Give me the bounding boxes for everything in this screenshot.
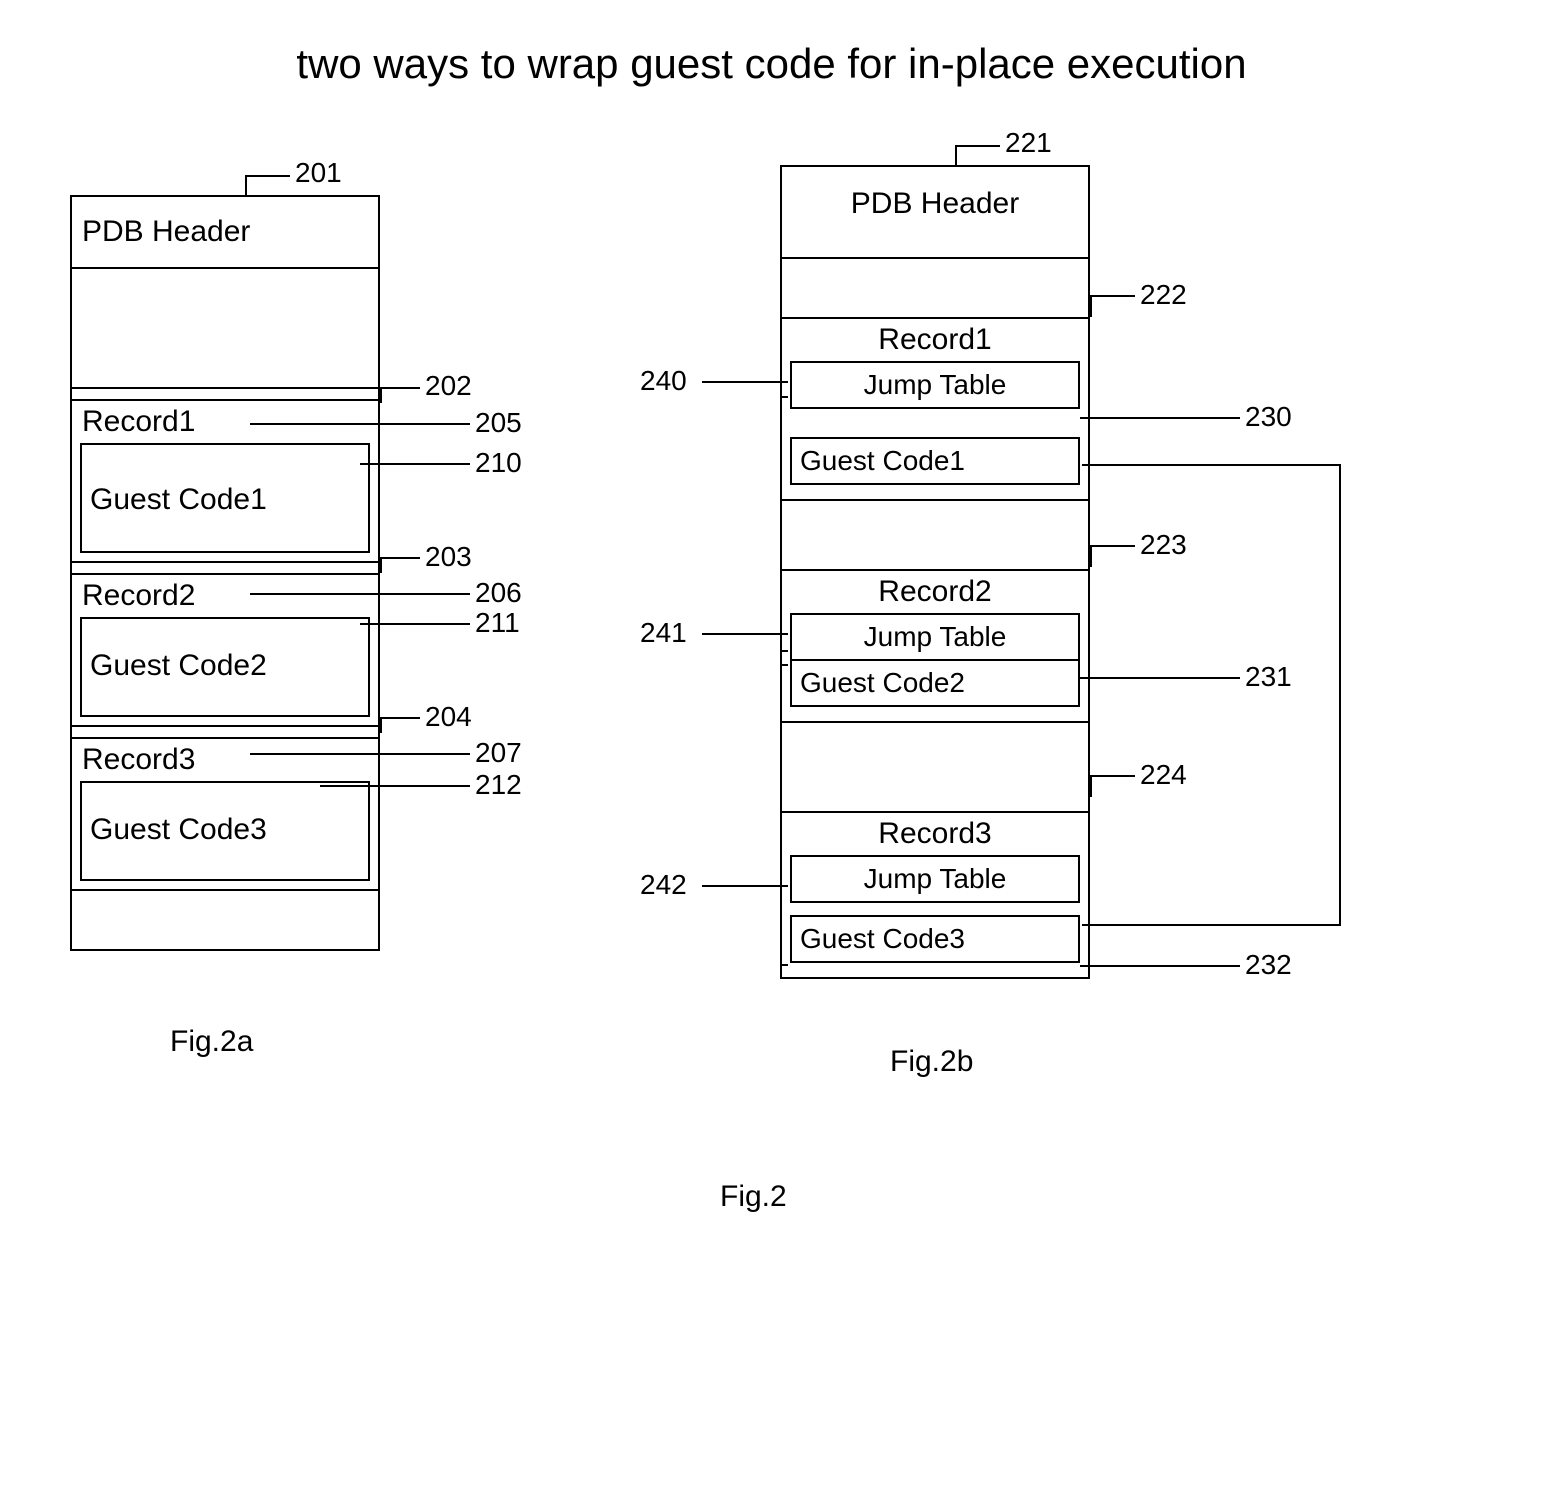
ref-212: 212	[475, 769, 522, 801]
fig2a-record1-label: Record1	[72, 401, 378, 443]
tick	[245, 175, 247, 195]
fig2b-guestcode3: Guest Code3	[790, 915, 1080, 963]
leader	[380, 387, 420, 389]
fig2b-guestcode2: Guest Code2	[790, 661, 1080, 707]
leader	[1080, 965, 1240, 967]
leader	[1090, 545, 1135, 547]
fig2b-record2-container: Record2 Jump Table Guest Code2	[782, 569, 1088, 707]
ref-242: 242	[640, 869, 687, 901]
ref-203: 203	[425, 541, 472, 573]
fig2a-record2-label: Record2	[72, 575, 378, 617]
tick	[1090, 295, 1092, 317]
fig2b-record3-label: Record3	[782, 813, 1088, 855]
fig2b-record2-label: Record2	[782, 571, 1088, 613]
leader	[320, 785, 470, 787]
fig2b-gap1	[782, 257, 1088, 317]
tick	[1090, 545, 1092, 567]
ref-206: 206	[475, 577, 522, 609]
fig2b-caption: Fig.2b	[890, 1045, 973, 1079]
diagram-title: two ways to wrap guest code for in-place…	[0, 40, 1543, 88]
leader	[1090, 295, 1135, 297]
tick	[1090, 775, 1092, 797]
ref-201: 201	[295, 157, 342, 189]
ref-207: 207	[475, 737, 522, 769]
leader	[245, 175, 290, 177]
fig2b-guestcode1: Guest Code1	[790, 437, 1080, 485]
fig2a-spacer3	[72, 725, 378, 737]
ref-230: 230	[1245, 401, 1292, 433]
ref-205: 205	[475, 407, 522, 439]
ref-224: 224	[1140, 759, 1187, 791]
tick	[380, 557, 382, 573]
ref-231: 231	[1245, 661, 1292, 693]
leader	[1090, 775, 1135, 777]
fig2b-pdb-header: PDB Header	[782, 167, 1088, 257]
leader	[360, 463, 470, 465]
tick	[380, 387, 382, 403]
fig2b-record1-container: Record1 Jump Table Guest Code1	[782, 317, 1088, 485]
fig2b-jumptable1: Jump Table	[790, 361, 1080, 409]
ref-221: 221	[1005, 127, 1052, 159]
ref-223: 223	[1140, 529, 1187, 561]
fig2a-spacer1	[72, 387, 378, 399]
fig2a-outer: PDB Header Record1 Guest Code1 Record2 G…	[70, 195, 380, 951]
ref-240: 240	[640, 365, 687, 397]
leader	[702, 633, 788, 635]
leader	[380, 717, 420, 719]
figure-2a: PDB Header Record1 Guest Code1 Record2 G…	[70, 195, 590, 951]
ref-232: 232	[1245, 949, 1292, 981]
fig2a-bottom	[72, 889, 378, 949]
leader	[250, 753, 470, 755]
leader	[1080, 417, 1240, 419]
fig2a-caption: Fig.2a	[170, 1025, 253, 1059]
ref-211: 211	[475, 607, 520, 639]
fig2a-guestcode1: Guest Code1	[80, 443, 370, 553]
ref-202: 202	[425, 370, 472, 402]
leader	[250, 423, 470, 425]
fig2b-jumptable3: Jump Table	[790, 855, 1080, 903]
fig2b-jumptable2: Jump Table	[790, 613, 1080, 661]
fig2a-record3-container: Record3 Guest Code3	[72, 737, 378, 881]
fig2b-record3-container: Record3 Jump Table Guest Code3	[782, 811, 1088, 963]
fig2a-pdb-header: PDB Header	[72, 197, 378, 267]
fig2a-guestcode2: Guest Code2	[80, 617, 370, 717]
ref-241: 241	[640, 617, 687, 649]
figure-2b: PDB Header Record1 Jump Table Guest Code…	[780, 165, 1540, 979]
leader	[380, 557, 420, 559]
fig2b-outer: PDB Header Record1 Jump Table Guest Code…	[780, 165, 1090, 979]
leader	[1080, 677, 1240, 679]
leader	[250, 593, 470, 595]
ref-222: 222	[1140, 279, 1187, 311]
ref-210: 210	[475, 447, 522, 479]
leader	[702, 381, 788, 383]
leader	[955, 145, 1000, 147]
fig2a-spacer2	[72, 561, 378, 573]
fig2b-gap3	[782, 721, 1088, 811]
tick	[955, 145, 957, 165]
fig2a-guestcode3: Guest Code3	[80, 781, 370, 881]
main-caption: Fig.2	[720, 1180, 787, 1214]
fig2b-gap2	[782, 499, 1088, 569]
ref-204: 204	[425, 701, 472, 733]
fig2b-record1-label: Record1	[782, 319, 1088, 361]
tick	[380, 717, 382, 733]
leader	[360, 623, 470, 625]
fig2a-record3-label: Record3	[72, 739, 378, 781]
fig2a-gap1	[72, 267, 378, 387]
leader	[702, 885, 788, 887]
